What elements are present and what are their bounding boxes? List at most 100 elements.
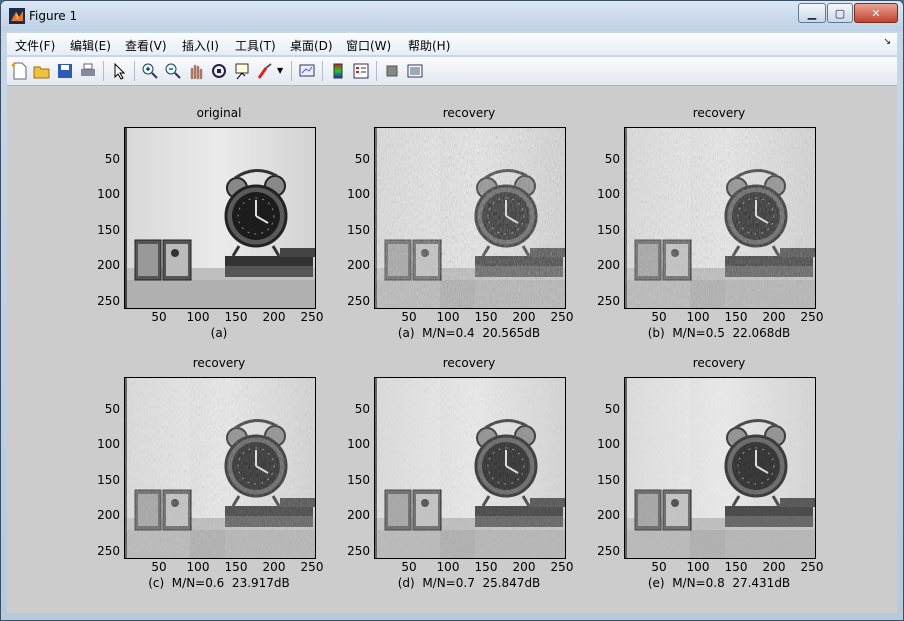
minimize-button[interactable]: ▁ bbox=[798, 3, 826, 23]
brush-icon[interactable] bbox=[256, 62, 274, 80]
x-tick-label: 250 bbox=[800, 560, 824, 574]
y-tick-label: 150 bbox=[597, 223, 620, 237]
x-tick-label: 100 bbox=[186, 310, 210, 324]
subplot-xlabel: (a) M/N=0.4 20.565dB bbox=[397, 326, 541, 340]
x-tick-label: 50 bbox=[651, 310, 667, 324]
show-plot-tools-icon[interactable] bbox=[406, 62, 424, 80]
y-tick-label: 100 bbox=[97, 437, 120, 451]
data-cursor-icon[interactable] bbox=[233, 62, 251, 80]
x-tick-label: 150 bbox=[224, 560, 248, 574]
subplot-image[interactable] bbox=[124, 377, 316, 559]
colorbar-icon[interactable] bbox=[329, 62, 347, 80]
y-tick-label: 250 bbox=[97, 544, 120, 558]
save-icon[interactable] bbox=[56, 62, 74, 80]
menu-view[interactable]: 查看(V) bbox=[125, 37, 167, 54]
subplot-image[interactable] bbox=[374, 377, 566, 559]
subplot-title: original bbox=[196, 106, 242, 120]
subplot-title: recovery bbox=[442, 356, 496, 370]
y-tick-label: 100 bbox=[597, 437, 620, 451]
y-tick-label: 250 bbox=[97, 294, 120, 308]
menu-bar: 文件(F) 编辑(E) 查看(V) 插入(I) 工具(T) 桌面(D) 窗口(W… bbox=[7, 33, 897, 55]
menu-insert[interactable]: 插入(I) bbox=[182, 37, 219, 54]
subplot-xlabel: (e) M/N=0.8 27.431dB bbox=[647, 576, 791, 590]
subplot-title: recovery bbox=[442, 106, 496, 120]
subplot-title: recovery bbox=[692, 106, 746, 120]
link-plot-icon[interactable] bbox=[298, 62, 316, 80]
menu-edit[interactable]: 编辑(E) bbox=[70, 37, 111, 54]
y-tick-label: 150 bbox=[97, 473, 120, 487]
y-tick-label: 150 bbox=[597, 473, 620, 487]
menu-file[interactable]: 文件(F) bbox=[15, 37, 55, 54]
subplot-image[interactable] bbox=[124, 127, 316, 309]
menu-tools[interactable]: 工具(T) bbox=[235, 37, 276, 54]
menu-help[interactable]: 帮助(H) bbox=[408, 37, 450, 54]
subplot-image[interactable] bbox=[374, 127, 566, 309]
x-tick-label: 200 bbox=[512, 560, 536, 574]
x-tick-label: 50 bbox=[151, 560, 167, 574]
y-tick-label: 150 bbox=[347, 223, 370, 237]
x-tick-label: 50 bbox=[401, 310, 417, 324]
x-tick-label: 100 bbox=[436, 310, 460, 324]
hide-plot-tools-icon[interactable] bbox=[383, 62, 401, 80]
menu-desktop[interactable]: 桌面(D) bbox=[290, 37, 333, 54]
x-tick-label: 100 bbox=[686, 560, 710, 574]
close-icon: ✕ bbox=[871, 6, 881, 20]
brush-dropdown-icon[interactable]: ▼ bbox=[277, 66, 283, 75]
menu-arrow-icon[interactable]: ↘ bbox=[883, 37, 891, 47]
print-icon[interactable] bbox=[79, 62, 97, 80]
figure-window: Figure 1 ▁ ▢ ✕ 文件(F) 编辑(E) 查看(V) 插入(I) 工… bbox=[0, 0, 904, 621]
pan-icon[interactable] bbox=[187, 62, 205, 80]
minimize-icon: ▁ bbox=[807, 6, 817, 20]
y-tick-label: 100 bbox=[347, 437, 370, 451]
x-tick-label: 250 bbox=[550, 310, 574, 324]
y-tick-label: 50 bbox=[104, 402, 120, 416]
x-tick-label: 150 bbox=[474, 310, 498, 324]
y-tick-label: 200 bbox=[347, 508, 370, 522]
maximize-button[interactable]: ▢ bbox=[827, 3, 853, 23]
y-tick-label: 50 bbox=[604, 152, 620, 166]
x-tick-label: 200 bbox=[512, 310, 536, 324]
rotate-3d-icon[interactable] bbox=[210, 62, 228, 80]
x-tick-label: 200 bbox=[262, 560, 286, 574]
subplot-title: recovery bbox=[692, 356, 746, 370]
x-tick-label: 250 bbox=[300, 560, 324, 574]
pointer-icon[interactable] bbox=[111, 62, 129, 80]
x-tick-label: 200 bbox=[762, 560, 786, 574]
zoom-out-icon[interactable] bbox=[164, 62, 182, 80]
x-tick-label: 250 bbox=[300, 310, 324, 324]
close-button[interactable]: ✕ bbox=[854, 3, 898, 23]
y-tick-label: 50 bbox=[104, 152, 120, 166]
x-tick-label: 100 bbox=[686, 310, 710, 324]
y-tick-label: 150 bbox=[347, 473, 370, 487]
legend-icon[interactable] bbox=[352, 62, 370, 80]
y-tick-label: 250 bbox=[347, 544, 370, 558]
x-tick-label: 150 bbox=[724, 560, 748, 574]
menu-window[interactable]: 窗口(W) bbox=[346, 37, 391, 54]
x-tick-label: 150 bbox=[224, 310, 248, 324]
open-icon[interactable] bbox=[33, 62, 51, 80]
y-tick-label: 250 bbox=[597, 294, 620, 308]
subplot-image[interactable] bbox=[624, 127, 816, 309]
y-tick-label: 50 bbox=[354, 402, 370, 416]
y-tick-label: 200 bbox=[347, 258, 370, 272]
x-tick-label: 50 bbox=[151, 310, 167, 324]
zoom-in-icon[interactable] bbox=[141, 62, 159, 80]
x-tick-label: 50 bbox=[401, 560, 417, 574]
y-tick-label: 200 bbox=[597, 258, 620, 272]
new-figure-icon[interactable] bbox=[11, 62, 29, 80]
y-tick-label: 50 bbox=[604, 402, 620, 416]
x-tick-label: 100 bbox=[186, 560, 210, 574]
x-tick-label: 250 bbox=[800, 310, 824, 324]
figure-area: original 50 100 150 200 250 50 100 150 2… bbox=[7, 86, 897, 613]
subplot-xlabel: (b) M/N=0.5 22.068dB bbox=[647, 326, 791, 340]
title-bar[interactable]: Figure 1 ▁ ▢ ✕ bbox=[1, 1, 903, 31]
subplot-image[interactable] bbox=[624, 377, 816, 559]
y-tick-label: 50 bbox=[354, 152, 370, 166]
subplot-xlabel: (d) M/N=0.7 25.847dB bbox=[397, 576, 541, 590]
x-tick-label: 50 bbox=[651, 560, 667, 574]
x-tick-label: 100 bbox=[436, 560, 460, 574]
subplot-xlabel: (a) bbox=[210, 326, 228, 340]
toolbar: ▼ bbox=[7, 57, 897, 86]
maximize-icon: ▢ bbox=[834, 6, 846, 20]
x-tick-label: 150 bbox=[724, 310, 748, 324]
